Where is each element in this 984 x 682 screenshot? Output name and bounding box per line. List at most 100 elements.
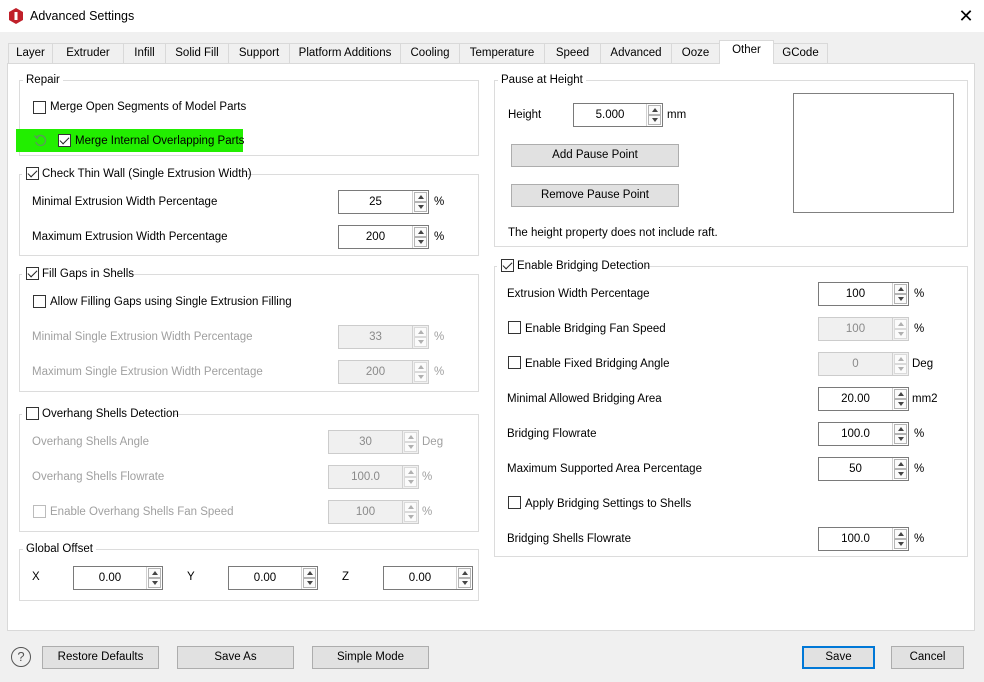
pause-points-list[interactable] bbox=[793, 93, 954, 213]
tab-other[interactable]: Other bbox=[719, 40, 774, 64]
shells-flowrate-value[interactable]: 100.0 bbox=[819, 528, 892, 550]
min-width-value[interactable]: 25 bbox=[339, 191, 412, 213]
max-single-spinbox[interactable]: 200 bbox=[338, 360, 429, 384]
simple-mode-button[interactable]: Simple Mode bbox=[312, 646, 429, 669]
spin-down-icon[interactable] bbox=[414, 202, 427, 212]
spin-down-icon[interactable] bbox=[303, 578, 316, 588]
tab-gcode[interactable]: GCode bbox=[773, 43, 828, 63]
tab-advanced[interactable]: Advanced bbox=[600, 43, 672, 63]
tab-cooling[interactable]: Cooling bbox=[400, 43, 460, 63]
spin-down-icon[interactable] bbox=[414, 237, 427, 247]
close-button[interactable]: ✕ bbox=[954, 6, 978, 26]
save-as-button[interactable]: Save As bbox=[177, 646, 294, 669]
spin-down-icon[interactable] bbox=[894, 364, 907, 374]
max-area-value[interactable]: 50 bbox=[819, 458, 892, 480]
spin-down-icon[interactable] bbox=[414, 337, 427, 347]
bridging-fan-spinbox[interactable]: 100 bbox=[818, 317, 909, 341]
bridging-flowrate-value[interactable]: 100.0 bbox=[819, 423, 892, 445]
spin-up-icon[interactable] bbox=[648, 105, 661, 115]
spin-up-icon[interactable] bbox=[894, 459, 907, 469]
tab-solid-fill[interactable]: Solid Fill bbox=[165, 43, 229, 63]
spin-up-icon[interactable] bbox=[894, 354, 907, 364]
spin-down-icon[interactable] bbox=[414, 372, 427, 382]
bridging-angle-value[interactable]: 0 bbox=[819, 353, 892, 375]
spin-down-icon[interactable] bbox=[894, 294, 907, 304]
offset-x-value[interactable]: 0.00 bbox=[74, 567, 146, 589]
spin-down-icon[interactable] bbox=[148, 578, 161, 588]
spin-up-icon[interactable] bbox=[414, 192, 427, 202]
spin-down-icon[interactable] bbox=[648, 115, 661, 125]
max-single-value[interactable]: 200 bbox=[339, 361, 412, 383]
apply-shells-checkbox[interactable] bbox=[508, 496, 521, 509]
min-single-value[interactable]: 33 bbox=[339, 326, 412, 348]
tab-platform-additions[interactable]: Platform Additions bbox=[289, 43, 401, 63]
overhang-angle-spinbox[interactable]: 30 bbox=[328, 430, 419, 454]
spin-up-icon[interactable] bbox=[894, 529, 907, 539]
overhang-flowrate-spinbox[interactable]: 100.0 bbox=[328, 465, 419, 489]
min-width-spinbox[interactable]: 25 bbox=[338, 190, 429, 214]
tab-support[interactable]: Support bbox=[228, 43, 290, 63]
spin-up-icon[interactable] bbox=[894, 284, 907, 294]
spin-down-icon[interactable] bbox=[458, 578, 471, 588]
tab-layer[interactable]: Layer bbox=[8, 43, 53, 63]
tab-infill[interactable]: Infill bbox=[123, 43, 166, 63]
max-width-value[interactable]: 200 bbox=[339, 226, 412, 248]
spin-up-icon[interactable] bbox=[404, 502, 417, 512]
spin-up-icon[interactable] bbox=[894, 424, 907, 434]
offset-z-spinbox[interactable]: 0.00 bbox=[383, 566, 473, 590]
bridging-angle-checkbox[interactable] bbox=[508, 356, 521, 369]
remove-pause-button[interactable]: Remove Pause Point bbox=[511, 184, 679, 207]
spin-up-icon[interactable] bbox=[894, 389, 907, 399]
merge-internal-checkbox[interactable] bbox=[58, 134, 71, 147]
spin-up-icon[interactable] bbox=[458, 568, 471, 578]
offset-y-spinbox[interactable]: 0.00 bbox=[228, 566, 318, 590]
spin-up-icon[interactable] bbox=[148, 568, 161, 578]
bridging-fan-value[interactable]: 100 bbox=[819, 318, 892, 340]
spin-down-icon[interactable] bbox=[894, 469, 907, 479]
bridging-width-value[interactable]: 100 bbox=[819, 283, 892, 305]
spin-down-icon[interactable] bbox=[404, 442, 417, 452]
tab-extruder[interactable]: Extruder bbox=[52, 43, 124, 63]
pause-height-value[interactable]: 5.000 bbox=[574, 104, 646, 126]
overhang-fan-checkbox[interactable] bbox=[33, 505, 46, 518]
add-pause-button[interactable]: Add Pause Point bbox=[511, 144, 679, 167]
restore-defaults-button[interactable]: Restore Defaults bbox=[42, 646, 159, 669]
spin-up-icon[interactable] bbox=[414, 327, 427, 337]
save-button[interactable]: Save bbox=[802, 646, 875, 669]
spin-up-icon[interactable] bbox=[894, 319, 907, 329]
spin-up-icon[interactable] bbox=[414, 362, 427, 372]
spin-up-icon[interactable] bbox=[404, 467, 417, 477]
overhang-checkbox[interactable] bbox=[26, 407, 39, 420]
spin-down-icon[interactable] bbox=[894, 329, 907, 339]
overhang-angle-value[interactable]: 30 bbox=[329, 431, 402, 453]
offset-y-value[interactable]: 0.00 bbox=[229, 567, 301, 589]
bridging-angle-spinbox[interactable]: 0 bbox=[818, 352, 909, 376]
spin-down-icon[interactable] bbox=[404, 477, 417, 487]
pause-height-spinbox[interactable]: 5.000 bbox=[573, 103, 663, 127]
allow-single-checkbox[interactable] bbox=[33, 295, 46, 308]
fill-gaps-checkbox[interactable] bbox=[26, 267, 39, 280]
bridging-area-spinbox[interactable]: 20.00 bbox=[818, 387, 909, 411]
spin-down-icon[interactable] bbox=[894, 434, 907, 444]
offset-z-value[interactable]: 0.00 bbox=[384, 567, 456, 589]
max-area-spinbox[interactable]: 50 bbox=[818, 457, 909, 481]
spin-down-icon[interactable] bbox=[404, 512, 417, 522]
spin-down-icon[interactable] bbox=[894, 539, 907, 549]
offset-x-spinbox[interactable]: 0.00 bbox=[73, 566, 163, 590]
overhang-fan-spinbox[interactable]: 100 bbox=[328, 500, 419, 524]
overhang-flowrate-value[interactable]: 100.0 bbox=[329, 466, 402, 488]
bridging-width-spinbox[interactable]: 100 bbox=[818, 282, 909, 306]
help-icon[interactable]: ? bbox=[11, 647, 31, 667]
shells-flowrate-spinbox[interactable]: 100.0 bbox=[818, 527, 909, 551]
spin-up-icon[interactable] bbox=[404, 432, 417, 442]
bridging-flowrate-spinbox[interactable]: 100.0 bbox=[818, 422, 909, 446]
tab-ooze[interactable]: Ooze bbox=[671, 43, 720, 63]
bridging-checkbox[interactable] bbox=[501, 259, 514, 272]
tab-speed[interactable]: Speed bbox=[544, 43, 601, 63]
spin-up-icon[interactable] bbox=[414, 227, 427, 237]
merge-open-checkbox[interactable] bbox=[33, 101, 46, 114]
overhang-fan-value[interactable]: 100 bbox=[329, 501, 402, 523]
spin-up-icon[interactable] bbox=[303, 568, 316, 578]
bridging-area-value[interactable]: 20.00 bbox=[819, 388, 892, 410]
bridging-fan-checkbox[interactable] bbox=[508, 321, 521, 334]
